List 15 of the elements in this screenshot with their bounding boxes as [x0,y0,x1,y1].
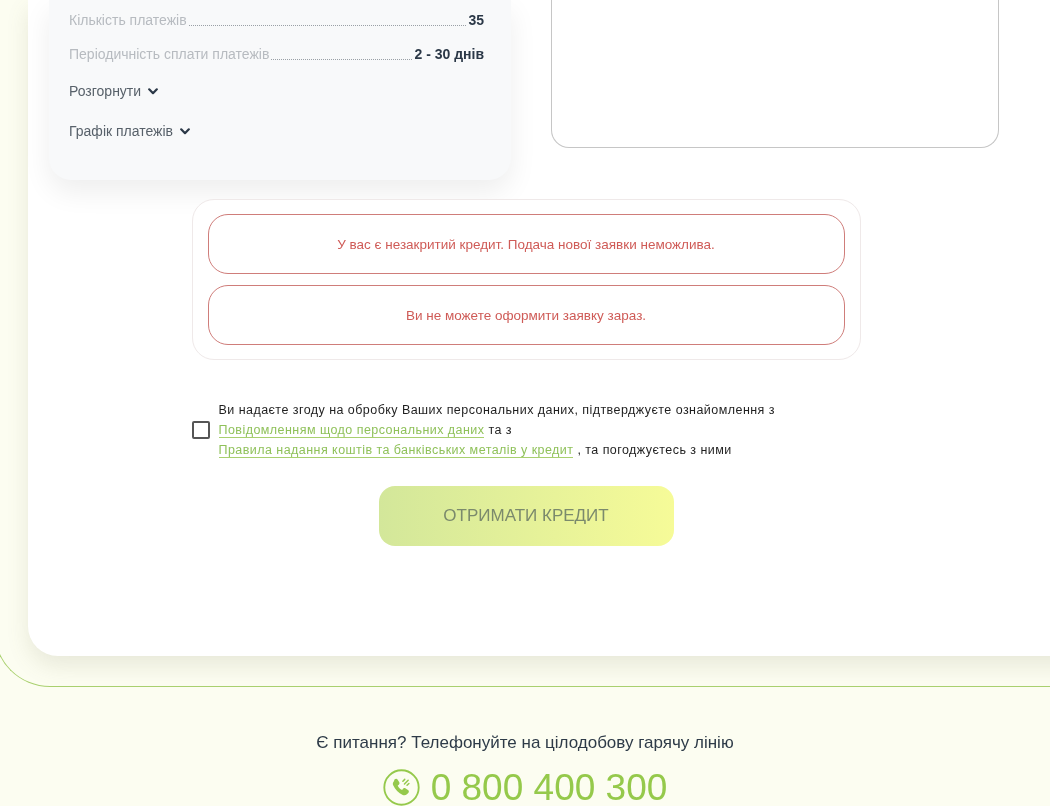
summary-value: 35 [468,11,484,29]
consent-text: Ви надаєте згоду на обробку Ваших персональних даних, підтверджуєте ознайомлення з Повідомленням щодо персональних даних та з Правила надання коштів та банківських металів у кредит , та погоджуєтесь з ними [218,402,776,460]
summary-label: Кількість платежів [69,11,187,29]
phone-icon [382,769,420,806]
disclosure-toggle[interactable]: Графік платежів [69,122,191,140]
document-link[interactable]: Правила надання коштів та банківських металів у кредит [218,443,574,458]
summary-value: 2 - 30 днів [414,45,484,63]
error-message: Ви не можете оформити заявку зараз. [207,285,845,345]
error-message: У вас є незакритий кредит. Подача нової заявки неможлива. [207,214,845,274]
summary-label: Періодичність сплати платежів [69,45,270,63]
hotline-text: Є питання? Телефонуйте на цілодобову гарячу лінію [316,732,734,754]
disclosure-toggle[interactable]: Розгорнути [69,82,159,100]
document-link[interactable]: Повідомленням щодо персональних даних [218,423,485,438]
consent-checkbox[interactable] [191,421,210,439]
phone-number[interactable]: 0 800 400 300 [430,769,668,806]
